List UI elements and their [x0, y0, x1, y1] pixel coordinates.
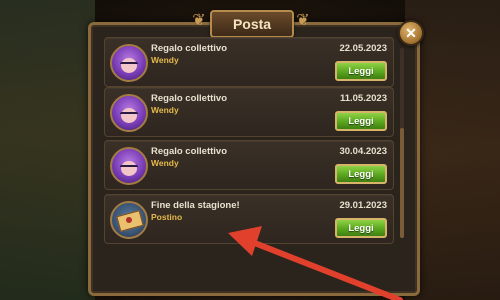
annotation-arrow-icon — [228, 226, 403, 300]
